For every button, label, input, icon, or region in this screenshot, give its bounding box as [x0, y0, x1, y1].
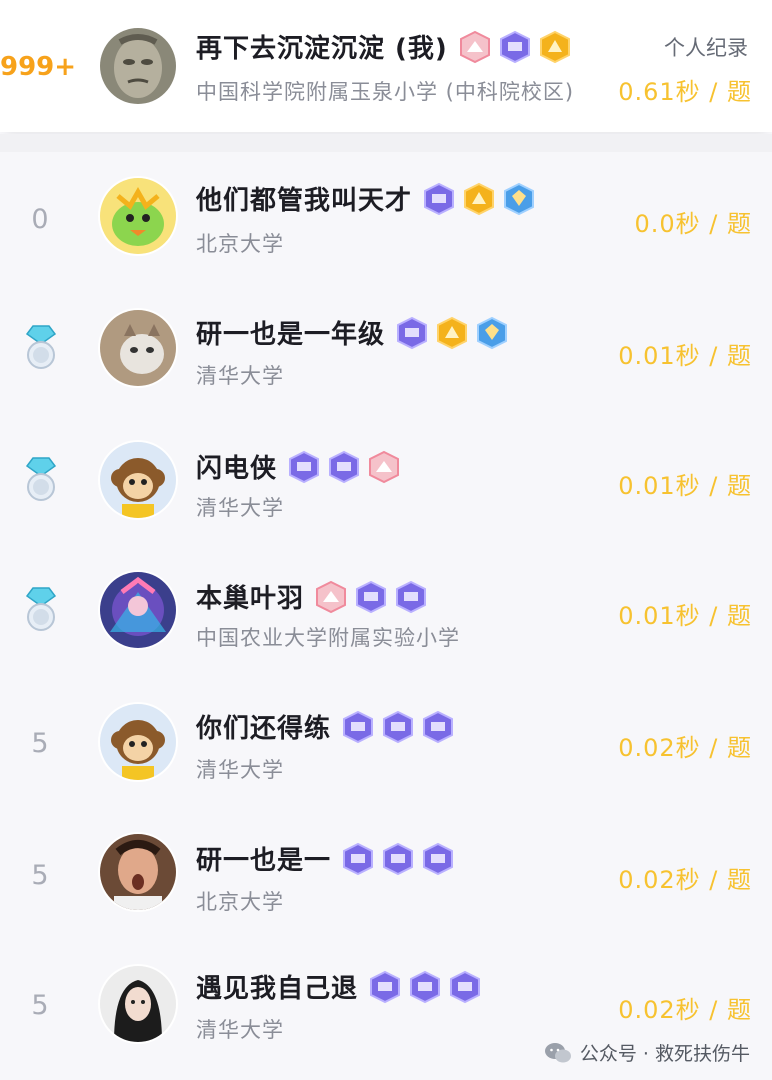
user-time: 0.02秒 / 题: [618, 996, 752, 1024]
rank-number: 5: [31, 728, 49, 759]
badge-purple-icon: [327, 450, 361, 484]
badge-purple-icon: [341, 842, 375, 876]
leaderboard-row[interactable]: 5 你们还得练 清华大学 0.02秒 / 题: [0, 676, 772, 804]
wechat-icon: [544, 1042, 572, 1064]
badge-pink-icon: [367, 450, 401, 484]
badge-purple-icon: [368, 970, 402, 1004]
avatar-image: [100, 28, 176, 104]
user-time: 0.01秒 / 题: [618, 342, 752, 370]
user-school: 北京大学: [196, 232, 284, 256]
badge-purple-icon: [341, 710, 375, 744]
user-badges: [395, 316, 509, 350]
badge-purple-icon: [498, 30, 532, 64]
my-school: 中国科学院附属玉泉小学 (中科院校区): [196, 80, 575, 104]
badge-purple-icon: [421, 710, 455, 744]
user-nickname: 闪电侠: [196, 454, 278, 484]
badge-gold-icon: [462, 182, 496, 216]
user-time: 0.02秒 / 题: [618, 866, 752, 894]
my-nickname: 再下去沉淀沉淀 (我): [196, 34, 448, 64]
leaderboard-row[interactable]: 5 研一也是一 北京大学 0.02秒 / 题: [0, 808, 772, 936]
badge-purple-icon: [354, 580, 388, 614]
personal-record-label: 个人纪录: [664, 36, 748, 60]
user-badges: [368, 970, 482, 1004]
user-badges: [287, 450, 401, 484]
badge-pink-icon: [314, 580, 348, 614]
user-badges: [341, 842, 455, 876]
separator: [0, 134, 772, 152]
user-time: 0.0秒 / 题: [634, 210, 752, 238]
watermark-text: 公众号 · 救死扶伤牛: [579, 1043, 750, 1065]
user-nickname: 研一也是一年级: [196, 320, 386, 350]
leaderboard-row[interactable]: 本巢叶羽 中国农业大学附属实验小学 0.01秒 / 题: [0, 544, 772, 672]
badge-purple-icon: [381, 710, 415, 744]
my-avatar[interactable]: [100, 28, 176, 104]
user-avatar[interactable]: [100, 704, 176, 780]
user-avatar[interactable]: [100, 178, 176, 254]
my-rank: 999+: [0, 52, 77, 82]
my-record-row[interactable]: 999+ 再下去沉淀沉淀 (我) 中国科学院附属玉泉小学 (中科院校区) 个人纪…: [0, 0, 772, 132]
watermark: 公众号 · 救死扶伤牛: [544, 1039, 750, 1066]
user-school: 清华大学: [196, 758, 284, 782]
badge-purple-icon: [381, 842, 415, 876]
user-avatar[interactable]: [100, 572, 176, 648]
user-school: 中国农业大学附属实验小学: [196, 626, 460, 650]
user-school: 清华大学: [196, 1018, 284, 1042]
user-time: 0.01秒 / 题: [618, 472, 752, 500]
user-nickname: 本巢叶羽: [196, 584, 305, 614]
user-time: 0.02秒 / 题: [618, 734, 752, 762]
user-avatar[interactable]: [100, 834, 176, 910]
leaderboard-row[interactable]: 闪电侠 清华大学 0.01秒 / 题: [0, 414, 772, 542]
user-avatar[interactable]: [100, 966, 176, 1042]
user-school: 清华大学: [196, 496, 284, 520]
badge-purple-icon: [421, 842, 455, 876]
diamond-medal-icon: [22, 324, 60, 370]
user-nickname: 研一也是一: [196, 846, 332, 876]
leaderboard-row[interactable]: 研一也是一年级 清华大学 0.01秒 / 题: [0, 284, 772, 412]
badge-purple-icon: [408, 970, 442, 1004]
user-time: 0.01秒 / 题: [618, 602, 752, 630]
diamond-medal-icon: [22, 586, 60, 632]
leaderboard-row[interactable]: 0 他们都管我叫天才 北京大学 0.0秒 / 题: [0, 152, 772, 280]
user-nickname: 他们都管我叫天才: [196, 186, 413, 216]
user-avatar[interactable]: [100, 310, 176, 386]
rank-number: 0: [31, 204, 49, 235]
user-avatar[interactable]: [100, 442, 176, 518]
badge-purple-icon: [394, 580, 428, 614]
user-nickname: 你们还得练: [196, 714, 332, 744]
badge-pink-icon: [458, 30, 492, 64]
badge-purple-icon: [395, 316, 429, 350]
my-badges: [458, 30, 572, 64]
badge-purple-icon: [448, 970, 482, 1004]
diamond-medal-icon: [22, 456, 60, 502]
user-badges: [314, 580, 428, 614]
badge-purple-icon: [422, 182, 456, 216]
rank-number: 5: [31, 860, 49, 891]
my-time: 0.61秒 / 题: [618, 78, 752, 106]
rank-number: 5: [31, 990, 49, 1021]
user-badges: [422, 182, 536, 216]
badge-blue-icon: [502, 182, 536, 216]
badge-blue-icon: [475, 316, 509, 350]
badge-gold-icon: [538, 30, 572, 64]
user-school: 北京大学: [196, 890, 284, 914]
user-nickname: 遇见我自己退: [196, 974, 359, 1004]
user-badges: [341, 710, 455, 744]
badge-gold-icon: [435, 316, 469, 350]
badge-purple-icon: [287, 450, 321, 484]
user-school: 清华大学: [196, 364, 284, 388]
